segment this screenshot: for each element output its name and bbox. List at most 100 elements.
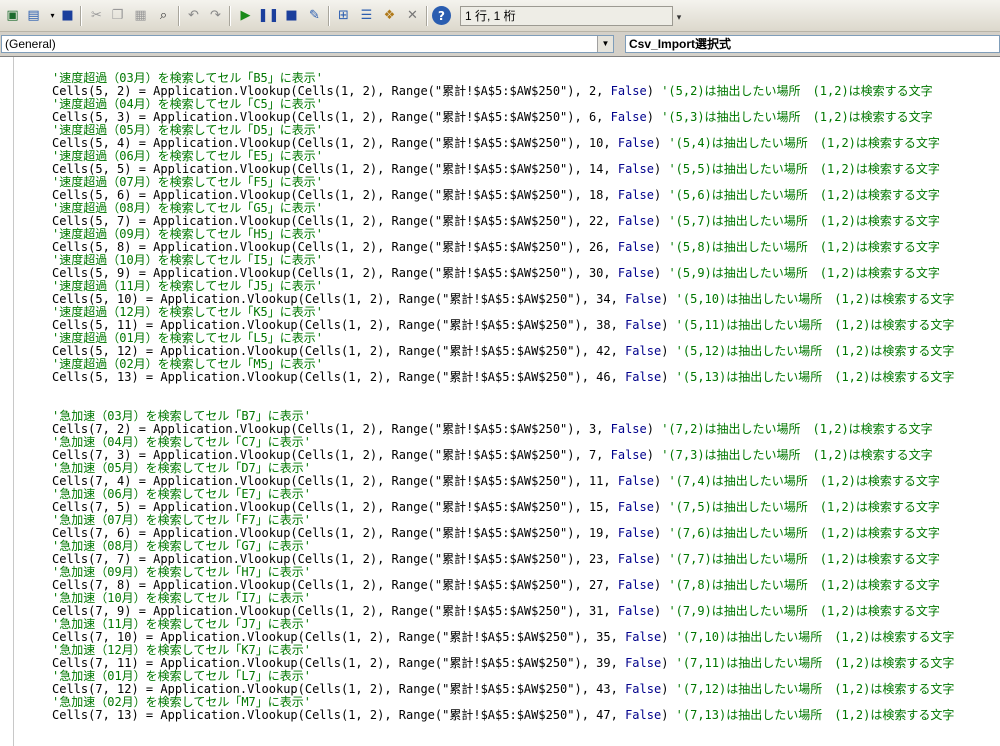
code-statement: Cells(7, 8) = Application.Vlookup(Cells(…: [52, 578, 618, 592]
chevron-down-icon[interactable]: ▼: [597, 36, 613, 52]
code-statement: Cells(5, 10) = Application.Vlookup(Cells…: [52, 292, 626, 306]
indicator-margin[interactable]: [0, 57, 14, 746]
insert-userform-icon[interactable]: ▤: [24, 6, 43, 25]
code-keyword: False: [610, 448, 647, 462]
vbe-toolbar: ▣ ▤ ▾ ■ ✂ ❐ ▦ ⌕ ↶ ↷ ▶ ❚❚ ■ ✎ ⊞ ☰ ❖ ✕ ? 1…: [0, 0, 1000, 32]
code-keyword: False: [617, 578, 654, 592]
code-statement-end: ): [646, 448, 662, 462]
code-inline-comment: '(7,12)は抽出したい場所 (1,2)は検索する文字: [675, 682, 955, 696]
code-keyword: False: [617, 162, 654, 176]
code-inline-comment: '(5,6)は抽出したい場所 (1,2)は検索する文字: [668, 188, 940, 202]
code-statement-end: ): [661, 656, 676, 670]
code-statement: Cells(7, 12) = Application.Vlookup(Cells…: [52, 682, 626, 696]
code-statement-end: ): [653, 266, 669, 280]
code-keyword: False: [617, 188, 654, 202]
code-text[interactable]: '速度超過（03月）を検索してセル「B5」に表示' Cells(5, 2) = A…: [52, 72, 992, 722]
code-statement: Cells(5, 13) = Application.Vlookup(Cells…: [52, 370, 626, 384]
code-inline-comment: '(5,10)は抽出したい場所 (1,2)は検索する文字: [675, 292, 955, 306]
code-inline-comment: '(7,13)は抽出したい場所 (1,2)は検索する文字: [675, 708, 955, 722]
code-statement-end: ): [653, 474, 669, 488]
code-statement-end: ): [646, 422, 662, 436]
code-statement-end: ): [653, 526, 669, 540]
code-statement-end: ): [653, 578, 669, 592]
code-inline-comment: '(7,3)は抽出したい場所 (1,2)は検索する文字: [661, 448, 933, 462]
code-inline-comment: '(5,5)は抽出したい場所 (1,2)は検索する文字: [668, 162, 940, 176]
stop-icon[interactable]: ■: [282, 6, 301, 25]
run-icon[interactable]: ▶: [236, 6, 255, 25]
code-statement-end: ): [653, 240, 669, 254]
code-inline-comment: '(5,7)は抽出したい場所 (1,2)は検索する文字: [668, 214, 940, 228]
code-statement-end: ): [653, 136, 669, 150]
code-statement: Cells(5, 4) = Application.Vlookup(Cells(…: [52, 136, 618, 150]
object-dropdown[interactable]: (General) ▼: [1, 35, 614, 53]
code-statement: Cells(5, 8) = Application.Vlookup(Cells(…: [52, 240, 618, 254]
code-inline-comment: '(7,5)は抽出したい場所 (1,2)は検索する文字: [668, 500, 940, 514]
cut-icon[interactable]: ✂: [87, 6, 106, 25]
code-keyword: False: [610, 84, 647, 98]
code-keyword: False: [625, 656, 662, 670]
help-icon[interactable]: ?: [432, 6, 451, 25]
code-statement-end: ): [661, 682, 676, 696]
code-inline-comment: '(5,12)は抽出したい場所 (1,2)は検索する文字: [675, 344, 955, 358]
code-statement-end: ): [661, 318, 676, 332]
toolbar-separator: [328, 6, 330, 26]
code-statement: Cells(5, 11) = Application.Vlookup(Cells…: [52, 318, 626, 332]
copy-icon[interactable]: ❐: [108, 6, 127, 25]
code-statement-line: Cells(5, 13) = Application.Vlookup(Cells…: [52, 371, 992, 384]
code-statement-end: ): [653, 188, 669, 202]
properties-window-icon[interactable]: ☰: [357, 6, 376, 25]
code-statement: Cells(7, 7) = Application.Vlookup(Cells(…: [52, 552, 618, 566]
pause-icon[interactable]: ❚❚: [258, 6, 280, 25]
code-editor[interactable]: '速度超過（03月）を検索してセル「B5」に表示' Cells(5, 2) = A…: [0, 56, 1000, 746]
code-keyword: False: [625, 682, 662, 696]
code-statement: Cells(5, 5) = Application.Vlookup(Cells(…: [52, 162, 618, 176]
code-keyword: False: [617, 240, 654, 254]
code-statement: Cells(7, 3) = Application.Vlookup(Cells(…: [52, 448, 611, 462]
code-statement: Cells(5, 2) = Application.Vlookup(Cells(…: [52, 84, 611, 98]
code-statement: Cells(7, 9) = Application.Vlookup(Cells(…: [52, 604, 618, 618]
code-statement: Cells(7, 6) = Application.Vlookup(Cells(…: [52, 526, 618, 540]
code-inline-comment: '(7,2)は抽出したい場所 (1,2)は検索する文字: [661, 422, 933, 436]
code-keyword: False: [625, 318, 662, 332]
design-mode-icon[interactable]: ✎: [305, 6, 324, 25]
toolbar-options-icon[interactable]: ▾: [674, 6, 684, 28]
code-statement: Cells(5, 9) = Application.Vlookup(Cells(…: [52, 266, 618, 280]
code-statement-end: ): [646, 110, 662, 124]
code-keyword: False: [617, 266, 654, 280]
code-statement-end: ): [661, 630, 676, 644]
procedure-dropdown[interactable]: Csv_Import選択式: [625, 35, 1000, 53]
view-excel-icon[interactable]: ▣: [3, 6, 22, 25]
code-statement: Cells(7, 11) = Application.Vlookup(Cells…: [52, 656, 626, 670]
object-browser-icon[interactable]: ❖: [380, 6, 399, 25]
toolbar-separator: [178, 6, 180, 26]
redo-icon[interactable]: ↷: [206, 6, 225, 25]
code-statement-end: ): [653, 214, 669, 228]
code-inline-comment: '(5,2)は抽出したい場所 (1,2)は検索する文字: [661, 84, 933, 98]
undo-icon[interactable]: ↶: [184, 6, 203, 25]
code-keyword: False: [617, 214, 654, 228]
code-statement: Cells(7, 2) = Application.Vlookup(Cells(…: [52, 422, 611, 436]
paste-icon[interactable]: ▦: [131, 6, 150, 25]
save-icon[interactable]: ■: [58, 6, 77, 25]
code-statement: Cells(5, 3) = Application.Vlookup(Cells(…: [52, 110, 611, 124]
code-keyword: False: [617, 136, 654, 150]
code-keyword: False: [617, 604, 654, 618]
code-inline-comment: '(5,13)は抽出したい場所 (1,2)は検索する文字: [675, 370, 955, 384]
toolbar-separator: [426, 6, 428, 26]
code-keyword: False: [617, 500, 654, 514]
find-icon[interactable]: ⌕: [154, 6, 173, 25]
code-keyword: False: [625, 344, 662, 358]
code-statement-end: ): [661, 370, 676, 384]
code-statement-end: ): [653, 162, 669, 176]
project-explorer-icon[interactable]: ⊞: [334, 6, 353, 25]
code-inline-comment: '(7,10)は抽出したい場所 (1,2)は検索する文字: [675, 630, 955, 644]
toolbar-separator: [80, 6, 82, 26]
object-dropdown-value: (General): [5, 37, 56, 51]
code-statement: Cells(5, 12) = Application.Vlookup(Cells…: [52, 344, 626, 358]
code-statement-end: ): [661, 344, 676, 358]
toolbox-icon[interactable]: ✕: [403, 6, 422, 25]
code-keyword: False: [625, 708, 662, 722]
code-keyword: False: [617, 526, 654, 540]
code-statement: Cells(7, 13) = Application.Vlookup(Cells…: [52, 708, 626, 722]
